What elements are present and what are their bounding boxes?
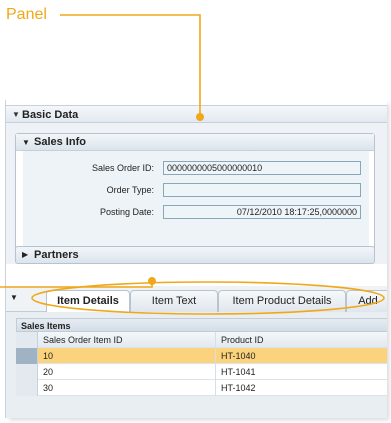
triangle-right-icon[interactable]: ▶: [22, 250, 28, 259]
table-header-row: Sales Order Item ID Product ID: [16, 332, 387, 348]
sales-info-title: Sales Info: [34, 136, 86, 148]
tab-item-product-details[interactable]: Item Product Details: [218, 290, 346, 312]
triangle-down-icon[interactable]: ▼: [22, 138, 30, 147]
select-all-cell[interactable]: [16, 332, 38, 348]
item-id-cell: 10: [38, 348, 216, 364]
partners-title: Partners: [34, 249, 79, 261]
row-selector[interactable]: [16, 364, 38, 380]
item-id-cell: 30: [38, 380, 216, 396]
sales-order-id-field[interactable]: 0000000005000000010: [163, 161, 361, 175]
product-id-cell: HT-1040: [221, 351, 256, 361]
screenshot-frame: ▼ Basic Data ▼ Sales Info Sales Order ID…: [5, 100, 387, 418]
table-row[interactable]: 10 HT-1040: [16, 348, 387, 364]
sales-items-title: Sales Items: [16, 318, 387, 332]
row-selector[interactable]: [16, 348, 38, 364]
form-row-posting-date: Posting Date: 07/12/2010 18:17:25,000000…: [23, 205, 369, 219]
product-id-cell: HT-1041: [221, 367, 256, 377]
panel-callout-label: Panel: [6, 6, 47, 23]
form-row-sales-order-id: Sales Order ID: 0000000005000000010: [23, 161, 369, 175]
item-tab-strip: ▼ Item Details Item Text Item Product De…: [6, 286, 387, 313]
tab-item-text[interactable]: Item Text: [130, 290, 218, 312]
item-details-tab-body: Sales Items Sales Order Item ID Product …: [6, 312, 387, 418]
sales-info-form: Sales Order ID: 0000000005000000010 Orde…: [23, 151, 369, 254]
column-header-product-id[interactable]: Product ID: [216, 332, 387, 348]
partners-panel-header[interactable]: ▶ Partners: [15, 246, 375, 264]
triangle-down-icon[interactable]: ▼: [12, 110, 20, 119]
posting-date-label: Posting Date:: [99, 207, 154, 217]
order-type-field[interactable]: [163, 183, 361, 197]
basic-data-panel-header[interactable]: ▼ Basic Data: [6, 105, 387, 123]
column-header-item-id[interactable]: Sales Order Item ID: [38, 332, 216, 348]
sales-info-panel: ▼ Sales Info Sales Order ID: 00000000050…: [15, 133, 375, 260]
item-id-cell: 20: [38, 364, 216, 380]
posting-date-field[interactable]: 07/12/2010 18:17:25,0000000: [163, 205, 361, 219]
row-selector[interactable]: [16, 380, 38, 396]
order-type-label: Order Type:: [106, 185, 154, 195]
triangle-down-icon[interactable]: ▼: [10, 293, 18, 302]
sales-info-header[interactable]: ▼ Sales Info: [16, 134, 374, 151]
tab-item-details[interactable]: Item Details: [46, 290, 130, 313]
basic-data-title: Basic Data: [22, 109, 79, 121]
table-row[interactable]: 20 HT-1041: [16, 364, 387, 380]
basic-data-panel-body: ▼ Sales Info Sales Order ID: 00000000050…: [6, 123, 387, 264]
sales-order-id-label: Sales Order ID:: [91, 163, 154, 173]
form-row-order-type: Order Type:: [23, 183, 369, 197]
table-row[interactable]: 30 HT-1042: [16, 380, 387, 396]
product-id-cell: HT-1042: [221, 383, 256, 393]
tab-add[interactable]: Add: [346, 290, 387, 312]
